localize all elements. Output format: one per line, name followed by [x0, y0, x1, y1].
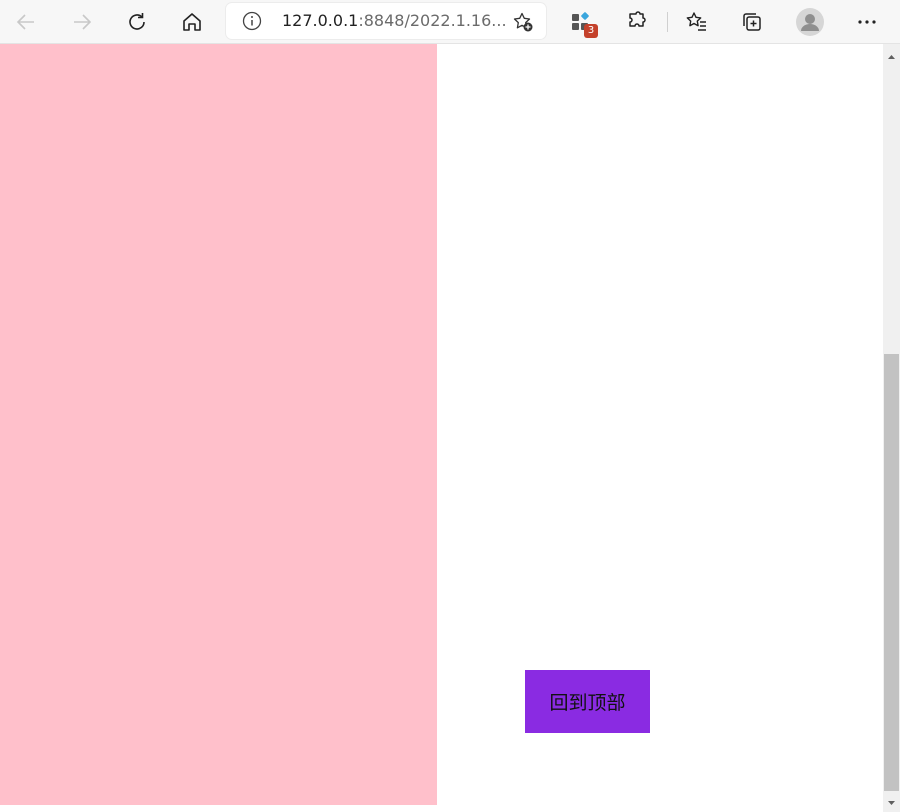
scroll-down-arrow-icon[interactable] — [883, 796, 900, 810]
browser-window: 127.0.0.1:8848/2022.1.16... 3 回到顶部 — [0, 0, 900, 812]
favorites-list-icon — [686, 12, 706, 31]
home-button[interactable] — [176, 6, 208, 38]
scroll-up-arrow-icon[interactable] — [883, 50, 900, 64]
more-options-button[interactable] — [851, 6, 883, 38]
collections-button[interactable] — [736, 6, 768, 38]
back-to-top-button[interactable]: 回到顶部 — [525, 670, 650, 733]
pink-content-block — [0, 44, 437, 805]
add-favorite-icon[interactable] — [512, 11, 534, 33]
puzzle-icon — [629, 11, 646, 27]
url-text: 127.0.0.1:8848/2022.1.16... — [282, 11, 507, 31]
forward-arrow-icon — [74, 14, 92, 30]
refresh-icon — [129, 13, 145, 30]
address-bar[interactable]: 127.0.0.1:8848/2022.1.16... — [226, 3, 546, 39]
profile-button[interactable] — [794, 6, 826, 38]
back-button[interactable] — [10, 6, 42, 38]
extensions-button[interactable] — [620, 6, 652, 38]
url-path: :8848/2022.1.16... — [358, 11, 507, 30]
page-viewport: 回到顶部 — [0, 44, 883, 812]
vertical-scrollbar[interactable] — [883, 44, 900, 812]
home-icon — [183, 13, 201, 31]
more-dots-icon — [858, 20, 876, 24]
toolbar-divider — [667, 12, 668, 32]
browser-toolbar: 127.0.0.1:8848/2022.1.16... 3 — [0, 0, 900, 44]
favorites-button[interactable] — [681, 6, 713, 38]
forward-button[interactable] — [66, 6, 98, 38]
back-arrow-icon — [16, 14, 34, 30]
collections-icon — [743, 13, 761, 31]
scroll-thumb[interactable] — [884, 354, 899, 791]
url-host: 127.0.0.1 — [282, 11, 359, 30]
extension-count-badge: 3 — [584, 24, 598, 38]
info-icon[interactable] — [242, 11, 262, 31]
refresh-button[interactable] — [121, 6, 153, 38]
avatar-icon — [796, 8, 824, 36]
